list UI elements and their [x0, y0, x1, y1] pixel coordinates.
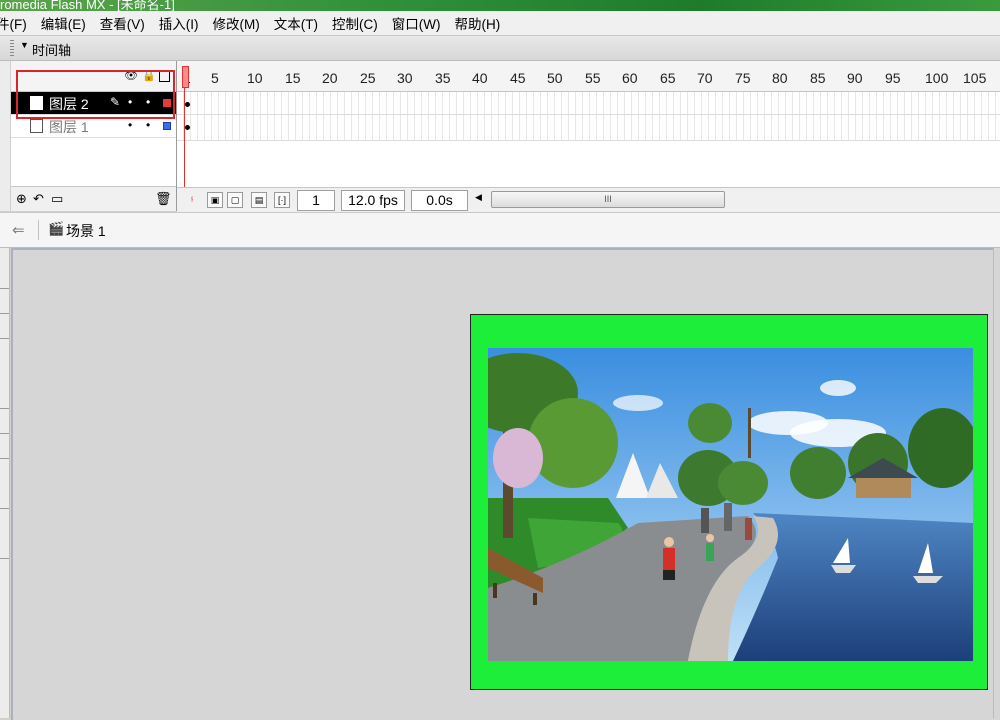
right-edge	[993, 248, 1000, 718]
edit-multiple-frames-icon[interactable]: ▤	[251, 192, 267, 208]
park-landscape-image[interactable]	[488, 348, 973, 661]
ruler-tick: 25	[360, 70, 376, 86]
ruler-tick: 15	[285, 70, 301, 86]
add-guide-layer-icon[interactable]: ↶	[33, 191, 44, 207]
timeline-panel-header[interactable]: ▼ 时间轴	[0, 36, 1000, 61]
keyframe-dot[interactable]	[185, 125, 190, 130]
visibility-dot-icon[interactable]: •	[128, 118, 132, 132]
panel-divider	[0, 288, 9, 289]
menu-edit[interactable]: 编辑(E)	[34, 13, 93, 33]
timeline-hscrollbar[interactable]: ◀ III	[475, 191, 725, 208]
scene-bar: ⇐ 🎬 场景 1	[0, 212, 1000, 248]
ruler-tick: 65	[660, 70, 676, 86]
window-title: romedia Flash MX - [未命名-1]	[0, 0, 175, 11]
center-frame-icon[interactable]: ⫮	[185, 192, 199, 206]
playhead-line	[184, 88, 185, 188]
ruler-tick: 90	[847, 70, 863, 86]
layer-icon	[30, 119, 43, 133]
menu-view[interactable]: 查看(V)	[93, 13, 152, 33]
ruler-tick: 80	[772, 70, 788, 86]
frame-row-divider	[177, 114, 1000, 115]
back-arrow-icon[interactable]: ⇐	[12, 221, 25, 239]
timeline-title: 时间轴	[32, 43, 72, 58]
frame-row-divider	[177, 140, 1000, 141]
scene-icon: 🎬	[48, 221, 65, 236]
lock-dot-icon[interactable]: •	[146, 118, 150, 132]
modify-onion-markers-icon[interactable]: [·]	[274, 192, 290, 208]
panel-divider	[0, 408, 9, 409]
ruler-tick: 85	[810, 70, 826, 86]
window-titlebar: romedia Flash MX - [未命名-1]	[0, 0, 1000, 11]
onion-skin-icon[interactable]: ▣	[207, 192, 223, 208]
ruler-tick: 50	[547, 70, 563, 86]
menu-help[interactable]: 帮助(H)	[447, 13, 507, 33]
panel-divider	[0, 338, 9, 339]
panel-divider	[0, 433, 9, 434]
frame-ruler[interactable]: 1 5 10 15 20 25 30 35 40 45 50 55 60 65 …	[177, 61, 1000, 92]
ruler-tick: 40	[472, 70, 488, 86]
scene-name[interactable]: 场景 1	[66, 221, 106, 241]
ruler-tick: 70	[697, 70, 713, 86]
menu-file[interactable]: 件(F)	[0, 13, 34, 33]
scroll-thumb[interactable]: III	[491, 191, 725, 208]
menu-window[interactable]: 窗口(W)	[385, 13, 448, 33]
elapsed-time-field: 0.0s	[411, 190, 468, 211]
panel-grip-icon[interactable]	[10, 40, 14, 56]
ruler-tick: 95	[885, 70, 901, 86]
add-folder-icon[interactable]: ▭	[51, 191, 63, 207]
panel-divider	[0, 458, 9, 459]
panel-divider	[0, 558, 9, 559]
menu-text[interactable]: 文本(T)	[267, 13, 325, 33]
annotation-highlight-box	[16, 70, 175, 119]
panel-divider	[0, 508, 9, 509]
timeline-footer: ⫮ ▣ ▢ ▤ [·] 1 12.0 fps 0.0s ◀ III	[177, 187, 1000, 212]
current-frame-field: 1	[297, 190, 335, 211]
left-docked-panel	[0, 248, 10, 718]
layer-name[interactable]: 图层 1	[49, 117, 89, 137]
timeline-left-gutter	[0, 61, 11, 211]
layer-color-swatch[interactable]	[163, 122, 171, 130]
ruler-tick: 55	[585, 70, 601, 86]
ruler-tick: 5	[211, 70, 219, 86]
scene-separator	[38, 220, 39, 240]
ruler-tick: 105	[963, 70, 987, 86]
ruler-tick: 100	[925, 70, 949, 86]
layer-footer: ⊕ ↶ ▭ 🗑	[11, 186, 176, 211]
playhead[interactable]	[182, 66, 189, 88]
menu-bar: 件(F) 编辑(E) 查看(V) 插入(I) 修改(M) 文本(T) 控制(C)…	[0, 11, 1000, 36]
ruler-tick: 30	[397, 70, 413, 86]
frame-rate-field[interactable]: 12.0 fps	[341, 190, 405, 211]
scroll-left-icon[interactable]: ◀	[475, 192, 482, 203]
ruler-tick: 45	[510, 70, 526, 86]
add-layer-icon[interactable]: ⊕	[16, 191, 27, 207]
ruler-tick: 20	[322, 70, 338, 86]
ruler-tick: 60	[622, 70, 638, 86]
ruler-tick: 75	[735, 70, 751, 86]
keyframe-dot[interactable]	[185, 102, 190, 107]
menu-modify[interactable]: 修改(M)	[206, 13, 267, 33]
stage[interactable]	[470, 314, 988, 690]
onion-outline-icon[interactable]: ▢	[227, 192, 243, 208]
frame-grid[interactable]	[177, 92, 1000, 140]
ruler-tick: 35	[435, 70, 451, 86]
collapse-triangle-icon[interactable]: ▼	[20, 40, 29, 50]
ruler-tick: 10	[247, 70, 263, 86]
menu-insert[interactable]: 插入(I)	[152, 13, 206, 33]
panel-divider	[0, 313, 9, 314]
menu-control[interactable]: 控制(C)	[325, 13, 385, 33]
trash-icon[interactable]: 🗑	[155, 191, 172, 207]
